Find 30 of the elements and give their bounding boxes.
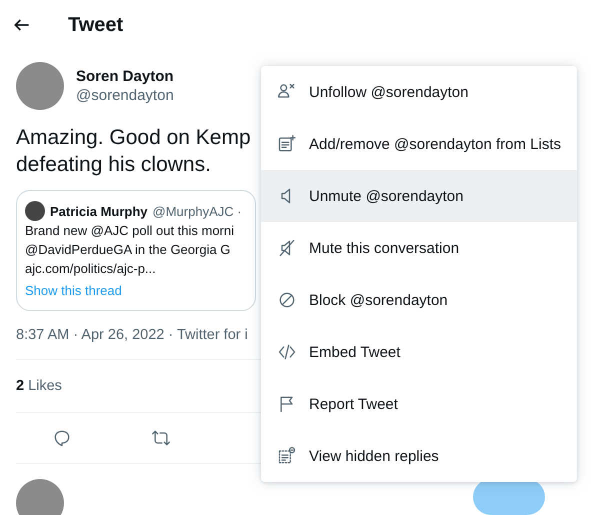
- menu-item[interactable]: View hidden replies: [261, 430, 577, 482]
- tweet-text-line: defeating his clowns.: [16, 152, 211, 178]
- menu-item[interactable]: Mute this conversation: [261, 222, 577, 274]
- likes-label[interactable]: Likes: [28, 378, 62, 394]
- speaker-slash-icon: [277, 238, 297, 258]
- menu-item[interactable]: Report Tweet: [261, 378, 577, 430]
- list-plus-icon: [277, 134, 297, 154]
- quoted-author-handle: @MurphyAJC ·: [152, 202, 242, 220]
- quoted-tweet-card[interactable]: Patricia Murphy @MurphyAJC · Brand new @AJC poll out this morni @DavidPerdueGA in the Georgia G ajc.com/politics/ajc-p... Show this thread: [16, 190, 256, 311]
- code-icon: [277, 342, 297, 362]
- menu-item[interactable]: Unmute @sorendayton: [261, 170, 577, 222]
- avatar-placeholder: [16, 479, 64, 515]
- retweet-icon[interactable]: [151, 428, 171, 448]
- quoted-text-line: @DavidPerdueGA in the Georgia G: [25, 241, 230, 259]
- block-icon: [277, 290, 297, 310]
- menu-item[interactable]: Block @sorendayton: [261, 274, 577, 326]
- tweet-text-line: Amazing. Good on Kemp: [16, 125, 251, 151]
- quoted-text-line: Brand new @AJC poll out this morni: [25, 222, 234, 240]
- menu-item[interactable]: Unfollow @sorendayton: [261, 66, 577, 118]
- quoted-author-name: Patricia Murphy: [50, 202, 148, 220]
- author-handle[interactable]: @sorendayton: [76, 87, 174, 104]
- menu-item[interactable]: Add/remove @sorendayton from Lists: [261, 118, 577, 170]
- page-title: Tweet: [68, 14, 124, 36]
- avatar-placeholder[interactable]: [16, 62, 64, 110]
- author-name[interactable]: Soren Dayton: [76, 68, 174, 85]
- quoted-avatar-placeholder: [25, 201, 45, 221]
- quoted-text-line: ajc.com/politics/ajc-p...: [25, 260, 156, 278]
- reply-icon[interactable]: [52, 428, 72, 448]
- likes-count[interactable]: 2: [16, 378, 24, 394]
- dotted-list-icon: [277, 446, 297, 466]
